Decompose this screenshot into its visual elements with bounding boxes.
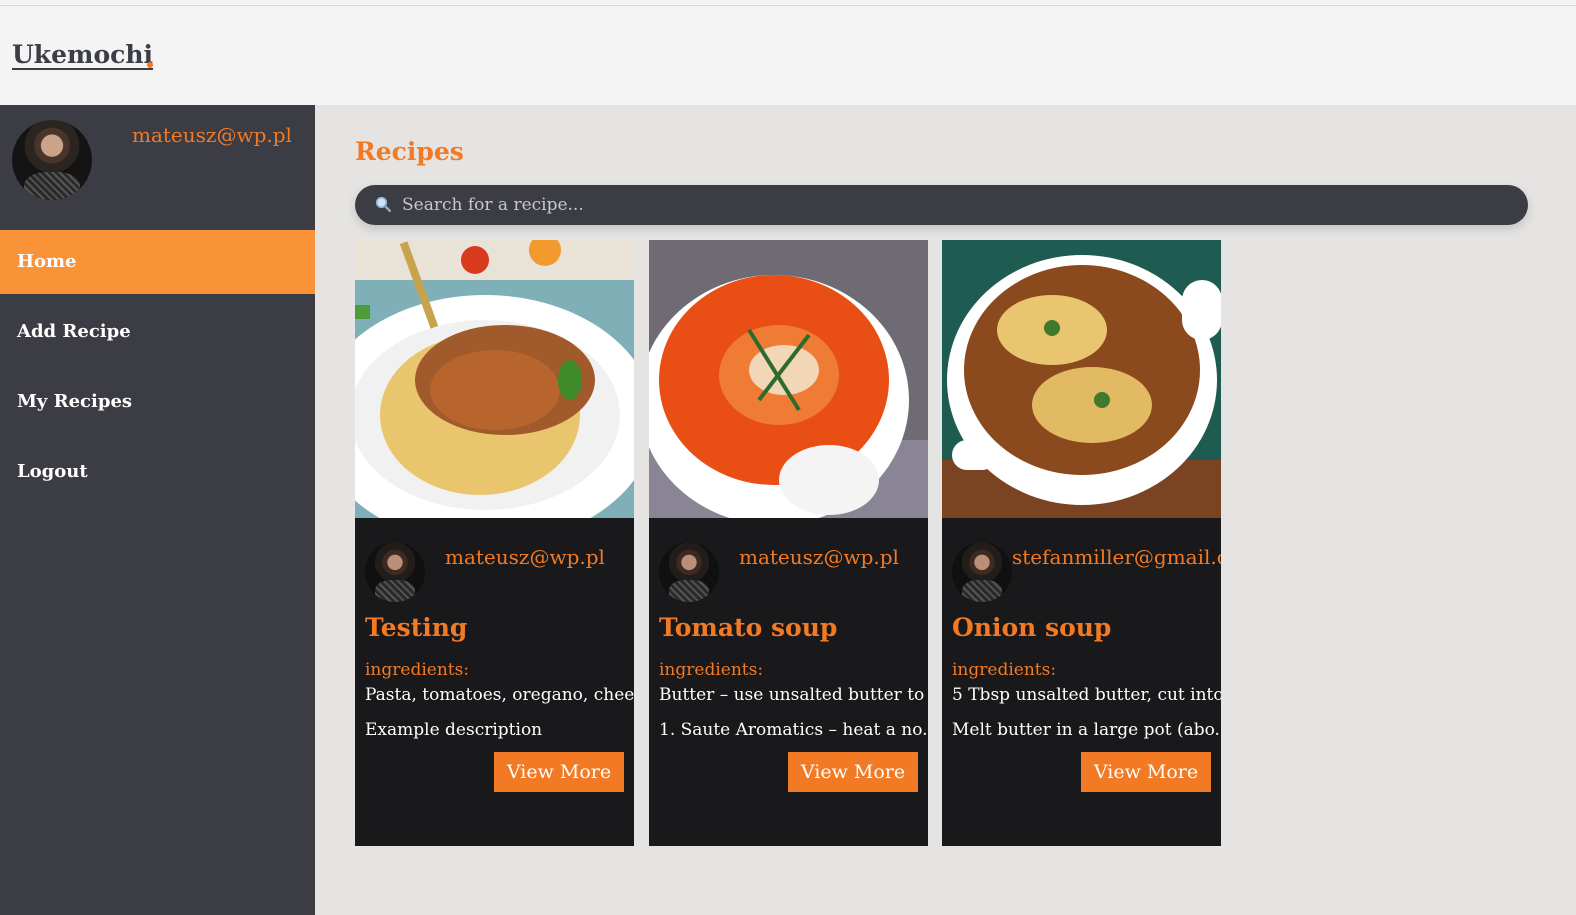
sidebar-item-logout[interactable]: Logout <box>0 440 315 504</box>
author-email: stefanmiller@gmail.co <box>1012 545 1221 569</box>
recipe-title: Onion soup <box>952 613 1112 642</box>
ingredients-label: ingredients: <box>659 660 764 680</box>
header: Ukemochi <box>0 6 1576 105</box>
recipe-card: mateusz@wp.pl Testing ingredients: Pasta… <box>355 240 634 846</box>
recipe-title: Tomato soup <box>659 613 838 642</box>
recipe-card: mateusz@wp.pl Tomato soup ingredients: B… <box>649 240 928 846</box>
ingredients-label: ingredients: <box>952 660 1057 680</box>
profile-avatar <box>12 120 92 200</box>
profile-email: mateusz@wp.pl <box>132 123 292 147</box>
ingredients-label: ingredients: <box>365 660 470 680</box>
view-more-button[interactable]: View More <box>1081 752 1211 792</box>
search-input[interactable] <box>402 185 1502 225</box>
recipe-description: Melt butter in a large pot (abo... <box>952 720 1221 740</box>
main-content: Recipes mateusz@ <box>315 105 1576 915</box>
sidebar-item-home[interactable]: Home <box>0 230 315 294</box>
search-bar <box>355 185 1528 225</box>
view-more-button[interactable]: View More <box>494 752 624 792</box>
ingredients-text: 5 Tbsp unsalted butter, cut into 1- <box>952 685 1221 705</box>
logo-dot <box>147 62 153 68</box>
sidebar-item-my-recipes[interactable]: My Recipes <box>0 370 315 434</box>
recipe-card: stefanmiller@gmail.co Onion soup ingredi… <box>942 240 1221 846</box>
author-email: mateusz@wp.pl <box>739 545 899 569</box>
view-more-button[interactable]: View More <box>788 752 918 792</box>
recipe-image-onion-soup[interactable] <box>942 240 1221 518</box>
recipe-image-pasta[interactable] <box>355 240 634 518</box>
author-email: mateusz@wp.pl <box>445 545 605 569</box>
page-title: Recipes <box>355 137 464 166</box>
recipe-image-tomato-soup[interactable] <box>649 240 928 518</box>
sidebar: mateusz@wp.pl Home Add Recipe My Recipes… <box>0 105 315 915</box>
author-avatar <box>659 542 719 602</box>
logo[interactable]: Ukemochi <box>12 40 153 69</box>
search-icon <box>375 196 391 212</box>
author-avatar <box>952 542 1012 602</box>
ingredients-text: Pasta, tomatoes, oregano, cheese <box>365 685 634 705</box>
ingredients-text: Butter – use unsalted butter to sa <box>659 685 928 705</box>
recipe-description: 1. Saute Aromatics – heat a no... <box>659 720 928 740</box>
recipe-title: Testing <box>365 613 468 642</box>
sidebar-item-add-recipe[interactable]: Add Recipe <box>0 300 315 364</box>
recipe-description: Example description <box>365 720 543 740</box>
author-avatar <box>365 542 425 602</box>
